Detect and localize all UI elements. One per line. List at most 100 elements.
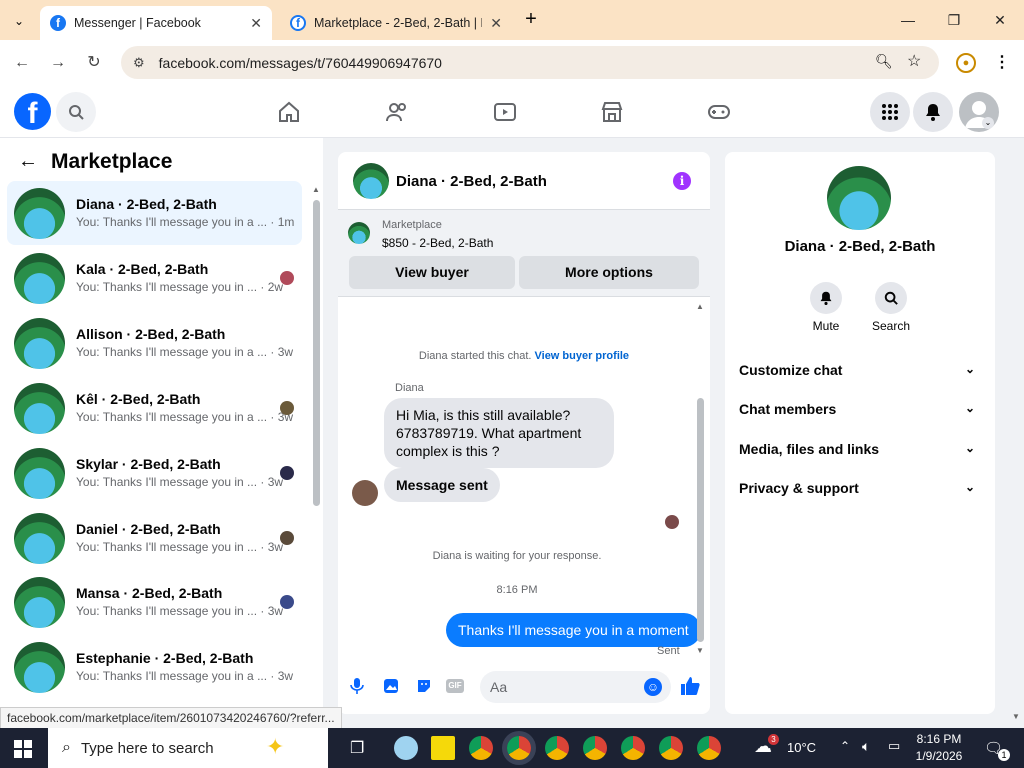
- conversation-item[interactable]: Diana · 2-Bed, 2-Bath You: Thanks I'll m…: [7, 181, 302, 245]
- search-icon[interactable]: [56, 92, 96, 132]
- facebook-header: f ⌄: [0, 86, 1024, 138]
- zoom-icon[interactable]: 🔍︎: [875, 53, 893, 70]
- conversation-item[interactable]: Allison · 2-Bed, 2-Bath You: Thanks I'll…: [7, 311, 302, 375]
- conversation-item[interactable]: Daniel · 2-Bed, 2-Bath You: Thanks I'll …: [7, 506, 302, 570]
- close-tab-icon[interactable]: ✕: [490, 15, 502, 32]
- close-window-button[interactable]: ✕: [980, 8, 1020, 32]
- like-thumb-icon[interactable]: [680, 676, 700, 701]
- notifications-bell-icon[interactable]: [913, 92, 953, 132]
- message-input[interactable]: Aa ☺: [480, 671, 671, 703]
- more-options-button[interactable]: More options: [519, 256, 699, 289]
- marketplace-icon[interactable]: [600, 100, 624, 127]
- read-receipt-avatar: [665, 515, 679, 529]
- paint-app-icon[interactable]: [394, 736, 418, 760]
- listing-avatar: [14, 577, 65, 628]
- clock-date[interactable]: 1/9/2026: [914, 749, 964, 763]
- chrome-profile-icon[interactable]: [659, 736, 683, 760]
- profile-icon[interactable]: ●: [956, 53, 976, 73]
- conversation-snippet: You: Thanks I'll message you in a ... · …: [76, 410, 294, 424]
- volume-icon[interactable]: 🔈︎: [862, 738, 870, 755]
- start-windows-icon[interactable]: [14, 740, 32, 761]
- search-in-chat-icon[interactable]: [875, 282, 907, 314]
- chat-avatar[interactable]: [353, 163, 389, 199]
- conversation-item[interactable]: Estephanie · 2-Bed, 2-Bath You: Thanks I…: [7, 635, 302, 699]
- chrome-profile-icon[interactable]: [545, 736, 569, 760]
- mute-label[interactable]: Mute: [801, 319, 851, 333]
- listing-avatar: [14, 513, 65, 564]
- tab-search-button[interactable]: ⌄: [8, 10, 30, 32]
- network-icon[interactable]: ▭: [888, 738, 900, 754]
- chrome-icon[interactable]: [469, 736, 493, 760]
- tab-marketplace[interactable]: f Marketplace - 2-Bed, 2-Bath | F ✕: [280, 6, 512, 40]
- seen-avatar: [280, 271, 294, 285]
- back-arrow-icon[interactable]: ←: [18, 150, 38, 173]
- page-scroll-down-arrow[interactable]: ▼: [1012, 712, 1020, 721]
- home-icon[interactable]: [277, 100, 301, 127]
- sticky-notes-icon[interactable]: [431, 736, 455, 760]
- forward-button[interactable]: →: [47, 52, 69, 74]
- tab-title: Marketplace - 2-Bed, 2-Bath | F: [314, 16, 483, 30]
- scrollbar-down-arrow[interactable]: ▼: [696, 646, 704, 655]
- incoming-message-bubble[interactable]: Message sent: [384, 468, 500, 502]
- microphone-icon[interactable]: [350, 678, 364, 697]
- chat-members-section[interactable]: Chat members ⌄: [739, 401, 981, 417]
- chat-title[interactable]: Diana · 2-Bed, 2-Bath: [396, 173, 547, 190]
- chrome-profile-icon[interactable]: [697, 736, 721, 760]
- scrollbar-up-arrow[interactable]: ▲: [312, 185, 320, 194]
- watch-icon[interactable]: [493, 100, 517, 127]
- chrome-profile-icon[interactable]: [621, 736, 645, 760]
- photo-icon[interactable]: [383, 678, 399, 697]
- customize-chat-section[interactable]: Customize chat ⌄: [739, 362, 981, 378]
- info-icon[interactable]: i: [673, 172, 691, 190]
- clock-time[interactable]: 8:16 PM: [916, 732, 962, 746]
- weather-temperature[interactable]: 10°C: [787, 740, 816, 755]
- listing-thumbnail[interactable]: [348, 222, 370, 244]
- conversation-item[interactable]: Kala · 2-Bed, 2-Bath You: Thanks I'll me…: [7, 246, 302, 310]
- show-hidden-icons-chevron[interactable]: ⌃: [840, 739, 850, 753]
- back-button[interactable]: ←: [11, 52, 33, 74]
- privacy-support-section[interactable]: Privacy & support ⌄: [739, 480, 981, 496]
- taskbar-search-box[interactable]: ⌕ Type here to search ✦: [48, 728, 328, 768]
- gaming-icon[interactable]: [707, 100, 731, 127]
- site-info-icon[interactable]: ⚙: [133, 55, 145, 71]
- outgoing-message-bubble[interactable]: Thanks I'll message you in a moment: [446, 613, 701, 647]
- new-tab-button[interactable]: +: [520, 8, 542, 30]
- mute-bell-icon[interactable]: [810, 282, 842, 314]
- account-chevron-icon[interactable]: ⌄: [982, 117, 994, 129]
- listing-price[interactable]: $850 - 2-Bed, 2-Bath: [382, 236, 493, 250]
- reload-button[interactable]: ↻: [83, 52, 105, 74]
- incoming-message-bubble[interactable]: Hi Mia, is this still available? 6783789…: [384, 398, 614, 468]
- chrome-active-icon[interactable]: [507, 736, 531, 760]
- close-tab-icon[interactable]: ✕: [250, 15, 262, 32]
- conversation-name: Estephanie · 2-Bed, 2-Bath: [76, 650, 254, 666]
- tab-messenger[interactable]: f Messenger | Facebook ✕: [40, 6, 272, 40]
- task-view-icon[interactable]: ❐: [350, 738, 364, 758]
- bookmark-star-icon[interactable]: ☆: [907, 51, 921, 71]
- chrome-profile-icon[interactable]: [583, 736, 607, 760]
- maximize-button[interactable]: ❐: [934, 8, 974, 32]
- taskbar-search-placeholder: Type here to search: [80, 739, 214, 757]
- menu-grid-icon[interactable]: [870, 92, 910, 132]
- conversation-item[interactable]: Skylar · 2-Bed, 2-Bath You: Thanks I'll …: [7, 441, 302, 505]
- facebook-logo-icon[interactable]: f: [14, 93, 51, 130]
- gif-icon[interactable]: GIF: [446, 679, 464, 693]
- media-files-links-section[interactable]: Media, files and links ⌄: [739, 441, 981, 457]
- minimize-button[interactable]: —: [888, 8, 928, 32]
- sticker-icon[interactable]: [416, 678, 432, 697]
- profile-avatar[interactable]: [827, 166, 891, 230]
- scrollbar-up-arrow[interactable]: ▲: [696, 302, 704, 311]
- emoji-icon[interactable]: ☺: [644, 678, 662, 696]
- friends-icon[interactable]: [385, 100, 409, 127]
- conversation-item[interactable]: Mansa · 2-Bed, 2-Bath You: Thanks I'll m…: [7, 570, 302, 634]
- view-buyer-profile-link[interactable]: View buyer profile: [535, 350, 630, 362]
- conversation-snippet: You: Thanks I'll message you in a ... · …: [76, 215, 295, 229]
- listing-avatar: [14, 253, 65, 304]
- view-buyer-button[interactable]: View buyer: [349, 256, 515, 289]
- listing-source: Marketplace: [382, 219, 442, 231]
- address-bar[interactable]: ⚙ facebook.com/messages/t/76044990694767…: [121, 46, 939, 79]
- browser-menu-icon[interactable]: ⋮: [994, 52, 1010, 72]
- search-label[interactable]: Search: [866, 319, 916, 333]
- conversation-item[interactable]: Kêl · 2-Bed, 2-Bath You: Thanks I'll mes…: [7, 376, 302, 440]
- chat-scrollbar[interactable]: [697, 398, 704, 642]
- conversation-scrollbar[interactable]: [313, 200, 320, 506]
